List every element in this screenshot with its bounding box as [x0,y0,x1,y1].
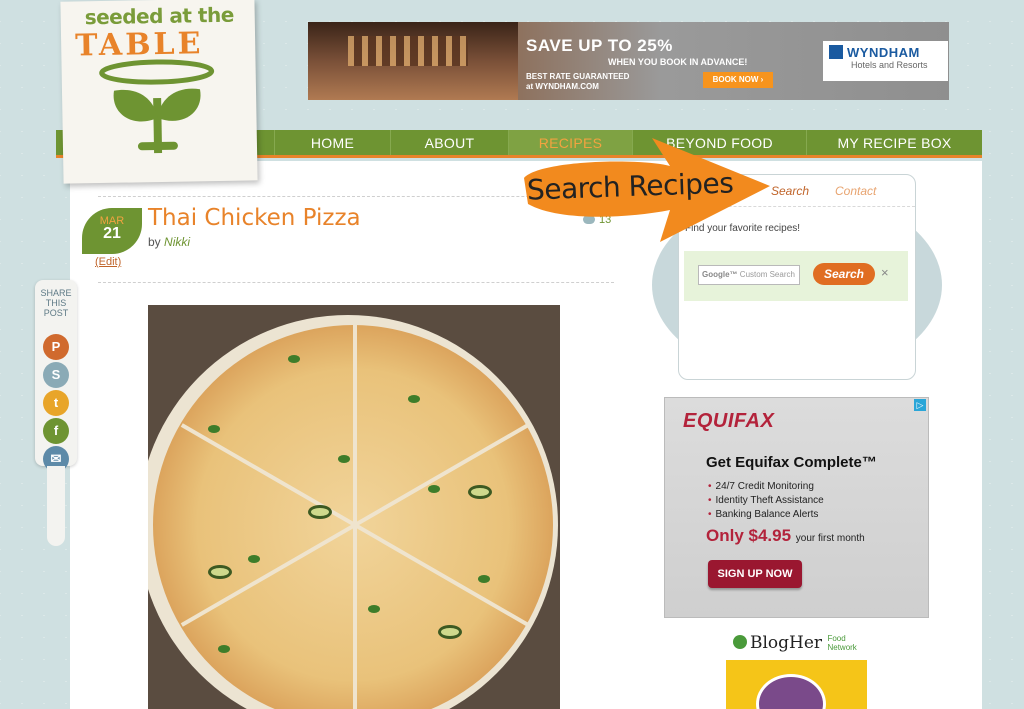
search-input-placeholder: Custom Search [739,270,795,279]
nav-home[interactable]: HOME [274,130,390,155]
share-widget: SHARE THIS POST P S t f ✉ [35,280,77,472]
byline-prefix: by [148,235,161,249]
equifax-logo: EQUIFAX [683,410,775,432]
blogher-icon [733,635,747,649]
share-label: SHARE THIS POST [40,288,72,318]
post-day: 21 [103,225,121,242]
nav-about[interactable]: ABOUT [390,130,508,155]
list-item: Identity Theft Assistance [708,494,824,508]
stumbleupon-icon[interactable]: S [43,362,69,388]
ad-brand-name: WYNDHAM [847,45,920,60]
equifax-benefits: 24/7 Credit Monitoring Identity Theft As… [708,480,824,522]
ad-subline: WHEN YOU BOOK IN ADVANCE! [608,57,748,67]
ad-brand-sub: Hotels and Resorts [851,60,928,70]
equifax-price-sub: your first month [795,533,865,544]
search-input[interactable]: Google™ Custom Search [698,265,800,285]
share-widget-stem [47,466,65,546]
search-input-brand: Google™ [702,270,738,279]
post-author-link[interactable]: Nikki [164,235,190,249]
logo-text-top: seeded at the [84,2,234,30]
edit-link[interactable]: (Edit) [95,256,121,268]
divider [98,282,614,283]
search-button[interactable]: Search [813,263,875,285]
ad-photo [308,22,518,100]
list-item: 24/7 Credit Monitoring [708,480,824,494]
pinterest-icon[interactable]: P [43,334,69,360]
blogher-network-label: Food Network [827,634,857,652]
post-byline: by Nikki [148,235,190,249]
equifax-price-value: Only $4.95 [706,526,792,545]
tab-search[interactable]: Search [771,184,809,198]
search-form: Google™ Custom Search Search × [684,251,908,301]
post-title[interactable]: Thai Chicken Pizza [148,205,361,231]
nav-my-recipe-box[interactable]: MY RECIPE BOX [806,130,982,155]
equifax-ad[interactable]: ▷ EQUIFAX Get Equifax Complete™ 24/7 Cre… [664,397,929,618]
wyndham-banner-ad[interactable]: SAVE UP TO 25% WHEN YOU BOOK IN ADVANCE!… [308,22,949,100]
site-logo[interactable]: seeded at the TABLE [60,0,258,184]
ad-headline: SAVE UP TO 25% [526,36,673,55]
twitter-icon[interactable]: t [43,390,69,416]
facebook-icon[interactable]: f [43,418,69,444]
equifax-signup-button[interactable]: SIGN UP NOW [708,560,802,588]
tab-contact[interactable]: Contact [835,184,876,198]
wyndham-icon [829,45,843,59]
plant-icon [99,59,215,154]
ad-brand-logo: WYNDHAM Hotels and Resorts [823,41,948,81]
ad-best-line2: at WYNDHAM.COM [526,82,599,91]
list-item: Banking Balance Alerts [708,508,824,522]
blogher-name: BlogHer [750,633,823,653]
equifax-headline: Get Equifax Complete™ [706,454,877,471]
equifax-price: Only $4.95 your first month [706,526,865,546]
clear-search-icon[interactable]: × [881,265,889,280]
ad-best-rate: BEST RATE GUARANTEED at WYNDHAM.COM [526,72,629,92]
ad-graphic [756,674,826,709]
ad-best-line1: BEST RATE GUARANTEED [526,72,630,81]
adchoices-icon[interactable]: ▷ [914,399,926,411]
post-photo-thai-chicken-pizza [148,305,560,709]
blogher-logo[interactable]: BlogHer Food Network [733,633,857,653]
blogher-ad[interactable] [726,660,867,709]
ad-book-now-button[interactable]: BOOK NOW › [703,72,773,88]
